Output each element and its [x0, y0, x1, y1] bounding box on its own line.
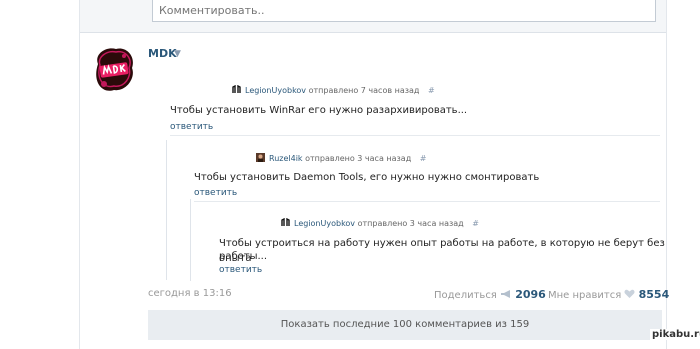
- mdk-avatar[interactable]: [92, 44, 136, 96]
- comment-username[interactable]: LegionUyobkov: [245, 86, 306, 95]
- comment-permalink[interactable]: #: [420, 154, 427, 163]
- right-frame: [666, 0, 700, 349]
- megaphone-icon: [501, 290, 511, 298]
- post-timestamp[interactable]: сегодня в 13:16: [148, 288, 232, 299]
- comment-meta: LegionUyobkov отправлено 3 часа назад #: [294, 219, 479, 228]
- share-label: Поделиться: [434, 290, 497, 301]
- comment-time: отправлено 3 часа назад: [305, 154, 412, 163]
- comment-permalink[interactable]: #: [428, 86, 435, 95]
- divider: [170, 135, 660, 136]
- comment-text: Чтобы установить WinRar его нужно разарх…: [170, 105, 468, 116]
- comment-area: [80, 0, 666, 33]
- user-avatar-icon[interactable]: [281, 218, 290, 227]
- reply-link[interactable]: ответить: [219, 265, 262, 275]
- comment-username[interactable]: Ruzel4ik: [269, 154, 303, 163]
- comment-username[interactable]: LegionUyobkov: [294, 219, 355, 228]
- watermark: pikabu.ru: [650, 329, 700, 340]
- mdk-logo-icon: [96, 48, 133, 91]
- comment-text-continued: работы...: [219, 251, 268, 262]
- comment-input[interactable]: [152, 0, 656, 22]
- user-avatar-icon[interactable]: [256, 153, 265, 162]
- comment-time: отправлено 3 часа назад: [357, 219, 464, 228]
- reply-link[interactable]: ответить: [194, 188, 237, 198]
- chevron-down-icon[interactable]: ▼: [174, 49, 181, 59]
- divider: [194, 201, 660, 202]
- comment-text: Чтобы установить Daemon Tools, его нужно…: [194, 172, 540, 183]
- thread-line-2: [190, 199, 191, 281]
- comment-meta: Ruzel4ik отправлено 3 часа назад #: [269, 154, 426, 163]
- like-count: 8554: [638, 288, 670, 301]
- post-author[interactable]: MDK: [148, 47, 177, 60]
- heart-icon: [624, 289, 635, 298]
- share-action[interactable]: Поделиться 2096: [434, 288, 546, 301]
- thread-line-1: [166, 140, 167, 280]
- comment-permalink[interactable]: #: [472, 219, 479, 228]
- reply-link[interactable]: ответить: [170, 122, 213, 132]
- comment-meta: LegionUyobkov отправлено 7 часов назад #: [245, 86, 435, 95]
- like-action[interactable]: Мне нравится 8554: [548, 288, 669, 301]
- comment-text: Чтобы устроиться на работу нужен опыт ра…: [219, 238, 665, 264]
- show-more-comments-button[interactable]: Показать последние 100 комментариев из 1…: [148, 310, 662, 340]
- like-label: Мне нравится: [548, 290, 622, 301]
- user-avatar-icon[interactable]: [232, 85, 241, 94]
- share-count: 2096: [515, 288, 546, 301]
- comment-time: отправлено 7 часов назад: [308, 86, 420, 95]
- left-frame: [0, 0, 80, 349]
